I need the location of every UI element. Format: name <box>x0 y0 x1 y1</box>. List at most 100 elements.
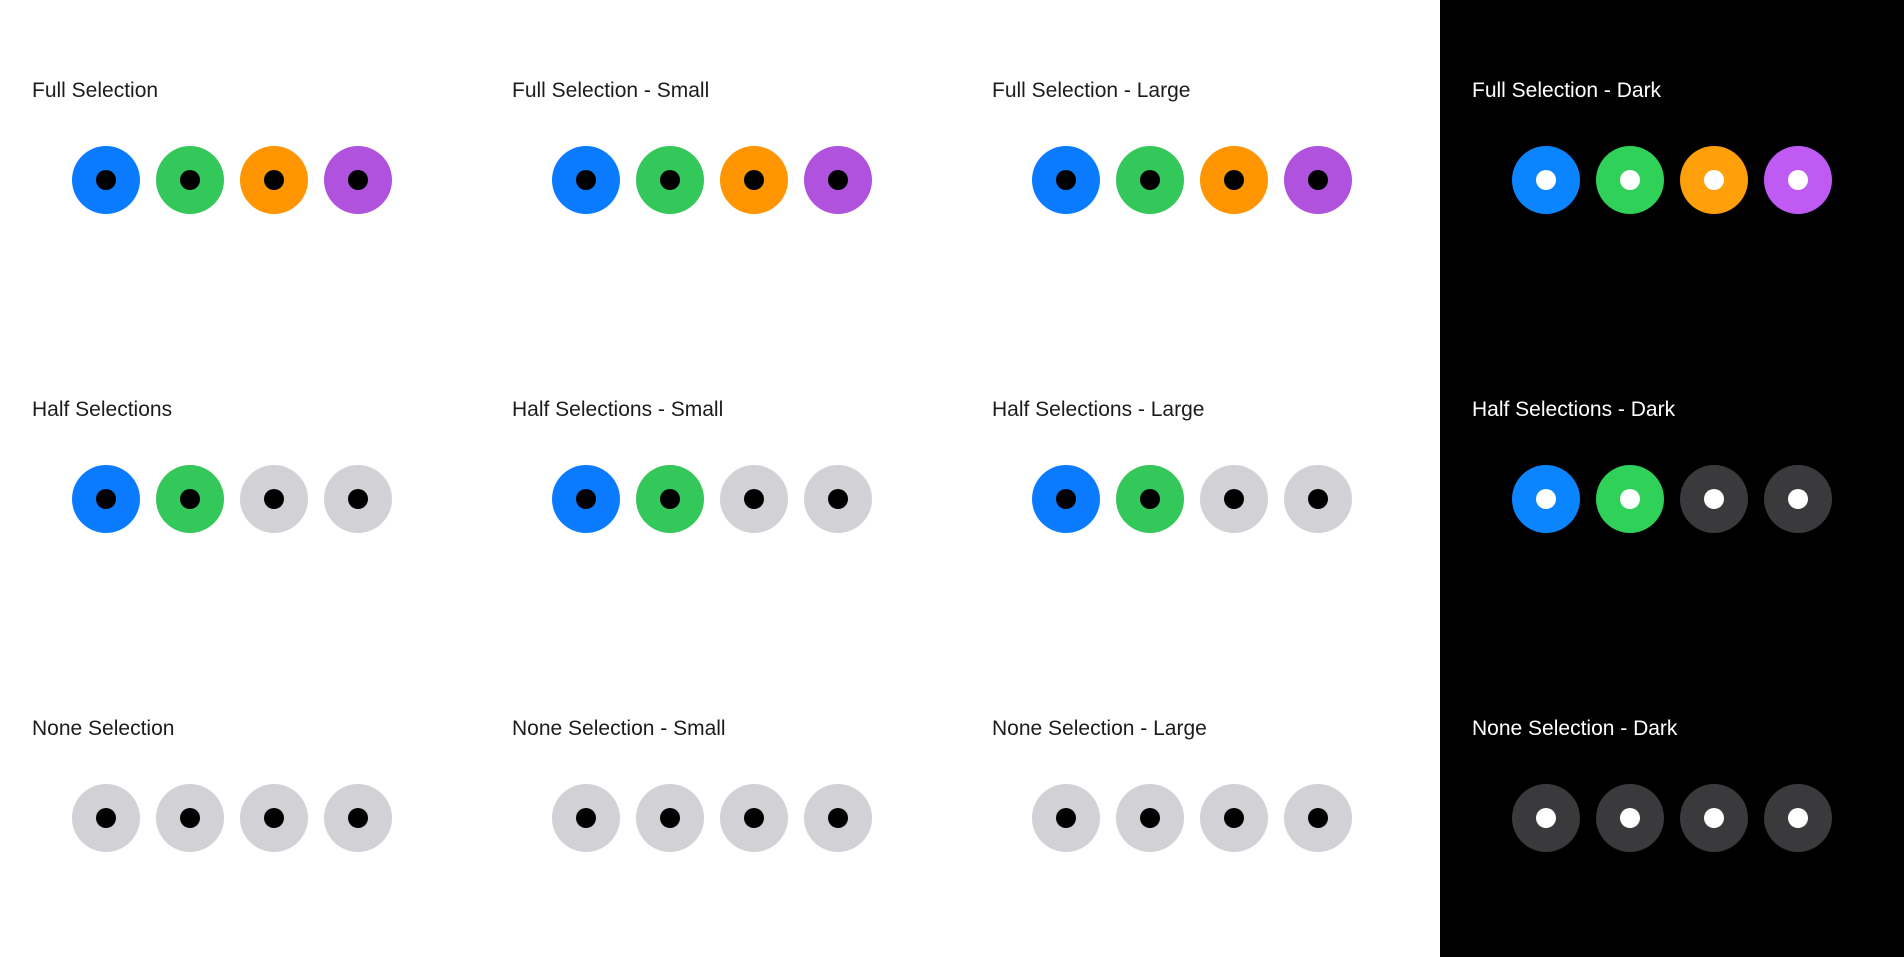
color-dot-blue-selected[interactable] <box>72 146 140 214</box>
color-dot-purple-unselected[interactable] <box>324 784 392 852</box>
dot-center-icon <box>1308 808 1328 828</box>
color-dot-blue-selected[interactable] <box>72 465 140 533</box>
color-dot-orange-selected[interactable] <box>1200 146 1268 214</box>
dot-center-icon <box>348 808 368 828</box>
dot-center-icon <box>264 489 284 509</box>
color-dot-blue-selected[interactable] <box>552 146 620 214</box>
color-dot-green-selected[interactable] <box>1596 465 1664 533</box>
color-dot-green-selected[interactable] <box>1596 146 1664 214</box>
dot-center-icon <box>264 170 284 190</box>
dot-center-icon <box>1224 489 1244 509</box>
color-dot-blue-selected[interactable] <box>1512 146 1580 214</box>
dot-center-icon <box>1620 170 1640 190</box>
color-dot-orange-unselected[interactable] <box>240 465 308 533</box>
dot-center-icon <box>348 489 368 509</box>
dot-center-icon <box>1788 808 1808 828</box>
color-dot-green-selected[interactable] <box>156 146 224 214</box>
color-dot-purple-unselected[interactable] <box>1284 465 1352 533</box>
section-title: Half Selections <box>32 398 173 421</box>
dot-center-icon <box>1536 170 1556 190</box>
color-dot-purple-unselected[interactable] <box>1764 784 1832 852</box>
color-dot-green-selected[interactable] <box>156 465 224 533</box>
color-dot-orange-selected[interactable] <box>240 146 308 214</box>
color-dot-orange-unselected[interactable] <box>1200 784 1268 852</box>
color-dot-blue-selected[interactable] <box>1512 465 1580 533</box>
dot-center-icon <box>180 170 200 190</box>
color-dot-green-selected[interactable] <box>1116 465 1184 533</box>
dot-center-icon <box>348 170 368 190</box>
color-dot-orange-selected[interactable] <box>720 146 788 214</box>
color-dot-orange-unselected[interactable] <box>1680 465 1748 533</box>
dot-center-icon <box>1620 489 1640 509</box>
color-dot-green-selected[interactable] <box>636 146 704 214</box>
color-dot-purple-unselected[interactable] <box>1764 465 1832 533</box>
dot-center-icon <box>660 808 680 828</box>
color-dots-row <box>1032 784 1392 854</box>
dot-center-icon <box>1140 489 1160 509</box>
color-dot-orange-unselected[interactable] <box>720 784 788 852</box>
dot-center-icon <box>1056 489 1076 509</box>
color-dot-purple-selected[interactable] <box>1764 146 1832 214</box>
color-dot-blue-unselected[interactable] <box>1032 784 1100 852</box>
color-dot-blue-unselected[interactable] <box>72 784 140 852</box>
dot-center-icon <box>1704 489 1724 509</box>
color-dot-green-selected[interactable] <box>636 465 704 533</box>
section-title: None Selection - Dark <box>1472 717 1678 740</box>
dot-center-icon <box>264 808 284 828</box>
color-dots-row <box>1512 784 1872 854</box>
color-dot-orange-selected[interactable] <box>1680 146 1748 214</box>
color-dot-blue-unselected[interactable] <box>1512 784 1580 852</box>
color-dot-green-unselected[interactable] <box>1596 784 1664 852</box>
color-dot-purple-selected[interactable] <box>1284 146 1352 214</box>
dot-center-icon <box>1704 808 1724 828</box>
color-dots-row <box>1512 465 1872 535</box>
preview-column-light-1: Full Selection Half Selections None Select… <box>0 0 480 957</box>
dot-center-icon <box>1620 808 1640 828</box>
color-dot-purple-unselected[interactable] <box>804 465 872 533</box>
dot-center-icon <box>1308 170 1328 190</box>
color-dots-row <box>72 146 432 216</box>
dot-center-icon <box>1536 808 1556 828</box>
section-title: None Selection - Small <box>512 717 726 740</box>
dot-center-icon <box>1788 489 1808 509</box>
section-title: Half Selections - Dark <box>1472 398 1676 421</box>
color-dot-orange-unselected[interactable] <box>1200 465 1268 533</box>
color-dots-row <box>72 784 432 854</box>
section-title: Full Selection - Large <box>992 79 1191 102</box>
color-dots-row <box>1512 146 1872 216</box>
color-dots-row <box>552 465 912 535</box>
dot-center-icon <box>744 489 764 509</box>
color-dot-blue-selected[interactable] <box>1032 465 1100 533</box>
dot-center-icon <box>660 489 680 509</box>
color-dot-purple-unselected[interactable] <box>1284 784 1352 852</box>
color-dot-purple-selected[interactable] <box>324 146 392 214</box>
color-dot-green-unselected[interactable] <box>1116 784 1184 852</box>
section-title: Half Selections - Large <box>992 398 1205 421</box>
preview-column-dark-4: Full Selection - Dark Half Selections - D… <box>1440 0 1904 957</box>
section-title: Full Selection <box>32 79 159 102</box>
dot-center-icon <box>576 489 596 509</box>
color-dot-green-selected[interactable] <box>1116 146 1184 214</box>
color-dot-purple-selected[interactable] <box>804 146 872 214</box>
color-dot-blue-unselected[interactable] <box>552 784 620 852</box>
dot-center-icon <box>576 170 596 190</box>
color-dot-orange-unselected[interactable] <box>720 465 788 533</box>
color-dot-purple-unselected[interactable] <box>804 784 872 852</box>
color-dot-purple-unselected[interactable] <box>324 465 392 533</box>
section-title: Full Selection - Small <box>512 79 710 102</box>
color-dot-blue-selected[interactable] <box>552 465 620 533</box>
dot-center-icon <box>1224 808 1244 828</box>
dot-center-icon <box>1140 170 1160 190</box>
color-dots-row <box>552 784 912 854</box>
color-dot-green-unselected[interactable] <box>636 784 704 852</box>
color-dot-blue-selected[interactable] <box>1032 146 1100 214</box>
dot-center-icon <box>1704 170 1724 190</box>
color-dot-orange-unselected[interactable] <box>1680 784 1748 852</box>
dot-center-icon <box>576 808 596 828</box>
dot-center-icon <box>744 170 764 190</box>
color-dot-orange-unselected[interactable] <box>240 784 308 852</box>
dot-center-icon <box>1308 489 1328 509</box>
color-dot-green-unselected[interactable] <box>156 784 224 852</box>
section-title: None Selection <box>32 717 175 740</box>
dot-center-icon <box>1536 489 1556 509</box>
